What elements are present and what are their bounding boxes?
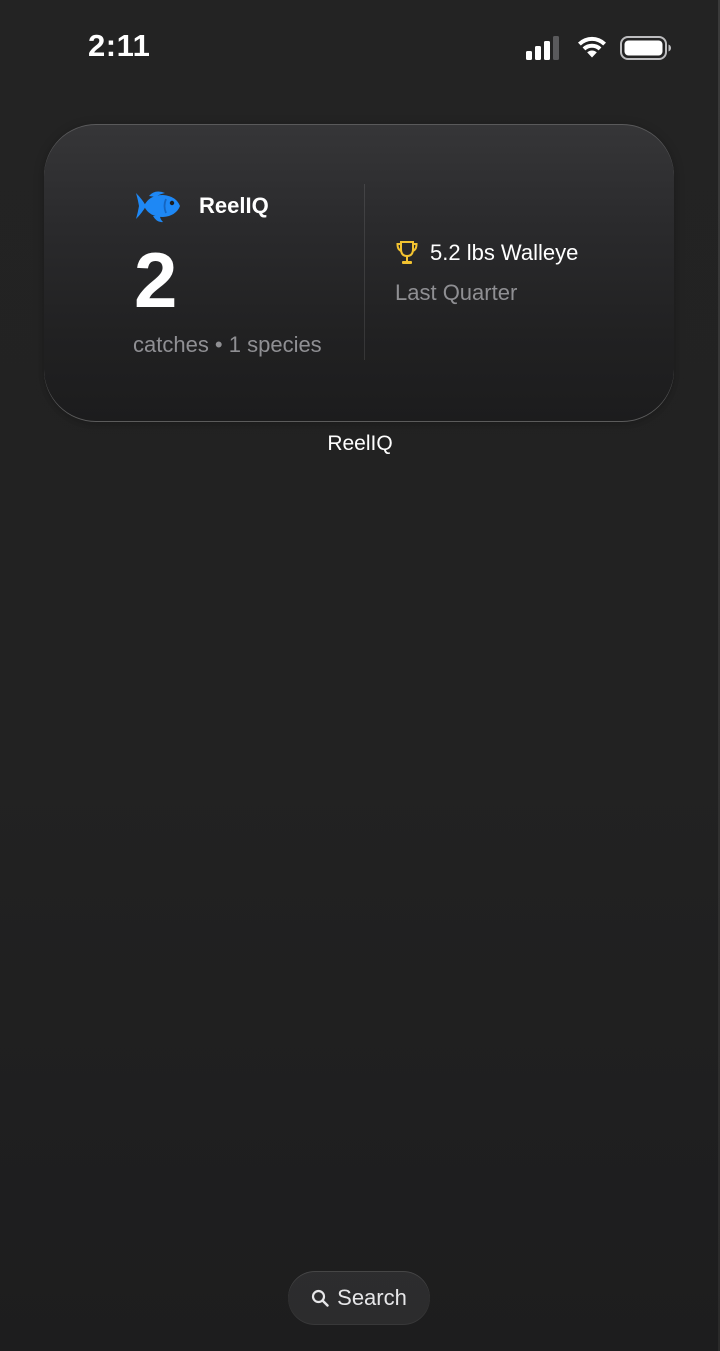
widget-label: ReelIQ xyxy=(327,432,393,455)
best-catch-text: 5.2 lbs Walleye xyxy=(430,240,579,265)
search-button[interactable]: Search xyxy=(288,1271,430,1325)
search-label: Search xyxy=(337,1285,407,1310)
reeliq-widget[interactable]: ReelIQ 2 catches • 1 species 5.2 lbs Wal… xyxy=(44,124,674,422)
widget-header: ReelIQ xyxy=(135,188,269,224)
best-catch-row: 5.2 lbs Walleye xyxy=(396,238,578,268)
catch-subtitle: catches • 1 species xyxy=(133,332,322,357)
widget-app-name: ReelIQ xyxy=(199,193,269,218)
home-screen: 2:11 ReelIQ 2 catches • 1 species 5.2 lb… xyxy=(0,0,720,1351)
signal-icon xyxy=(526,36,559,60)
trophy-icon xyxy=(396,241,418,264)
status-bar: 2:11 xyxy=(0,0,720,96)
battery-icon xyxy=(620,36,671,60)
status-time: 2:11 xyxy=(88,28,151,63)
wifi-icon xyxy=(578,36,606,58)
search-icon xyxy=(312,1289,329,1307)
widget-divider xyxy=(364,184,365,360)
catch-count: 2 xyxy=(134,236,178,324)
fish-icon xyxy=(136,191,180,223)
period-text: Last Quarter xyxy=(395,280,518,305)
